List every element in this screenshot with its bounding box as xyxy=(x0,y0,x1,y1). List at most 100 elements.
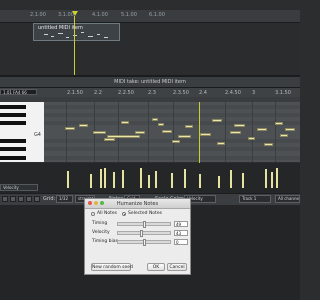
midi-note[interactable] xyxy=(248,137,255,140)
dialog-titlebar[interactable]: Humanize Notes xyxy=(85,199,190,209)
grid-line xyxy=(252,102,253,162)
midi-note[interactable] xyxy=(212,119,222,122)
position-readout: 1.01 FA4 66 xyxy=(0,89,37,95)
midi-ruler-tick: 2.4.50 xyxy=(225,90,241,96)
black-key[interactable] xyxy=(0,139,26,143)
midi-note[interactable] xyxy=(121,121,129,124)
stop-button[interactable] xyxy=(10,196,16,202)
midi-note[interactable] xyxy=(104,138,115,141)
midi-note[interactable] xyxy=(152,118,158,121)
grid-line xyxy=(66,102,67,162)
velocity-bar[interactable] xyxy=(276,168,278,188)
midi-ruler[interactable]: 1.01 FA4 66 2.1.50 2.2 2.2.50 2.3 2.3.50… xyxy=(0,88,300,97)
item-note-preview xyxy=(104,37,108,38)
velocity-bar[interactable] xyxy=(140,168,142,188)
velocity-bar[interactable] xyxy=(271,172,273,188)
velocity-bar[interactable] xyxy=(67,171,69,188)
timing-slider-thumb[interactable] xyxy=(143,221,146,228)
midi-note[interactable] xyxy=(172,140,180,143)
track-select[interactable]: Track 1 xyxy=(239,195,271,203)
velocity-slider-thumb[interactable] xyxy=(140,230,143,237)
item-note-preview xyxy=(44,34,48,35)
velocity-slider[interactable] xyxy=(117,230,171,237)
timing-bias-slider[interactable] xyxy=(117,239,171,246)
midi-note[interactable] xyxy=(285,128,295,131)
midi-note[interactable] xyxy=(200,133,211,136)
midi-note[interactable] xyxy=(93,131,106,134)
grid-row xyxy=(44,113,300,117)
all-notes-radio[interactable] xyxy=(91,212,95,216)
midi-note[interactable] xyxy=(257,128,267,131)
midi-note[interactable] xyxy=(185,125,193,128)
midi-note[interactable] xyxy=(158,123,164,126)
timing-field[interactable]: 49 xyxy=(174,221,188,227)
cc-lane-selector[interactable]: Velocity xyxy=(0,184,38,191)
midi-note[interactable] xyxy=(107,135,140,138)
midi-ruler-tick: 3 xyxy=(252,90,256,96)
timing-label: Timing xyxy=(92,221,108,226)
velocity-bar[interactable] xyxy=(113,172,115,188)
midi-editor-titlebar[interactable]: MIDI take: untitled MIDI item xyxy=(0,77,300,88)
midi-ruler-tick: 3.1.50 xyxy=(275,90,291,96)
piano-roll-grid[interactable] xyxy=(44,102,300,162)
midi-note[interactable] xyxy=(230,131,241,134)
record-button[interactable] xyxy=(34,196,40,202)
velocity-bar[interactable] xyxy=(199,174,201,188)
black-key[interactable] xyxy=(0,147,26,151)
new-random-seed-button[interactable]: New random seed xyxy=(91,263,133,271)
midi-ruler-tick: 2.4 xyxy=(199,90,207,96)
item-note-preview xyxy=(81,32,84,33)
velocity-bar[interactable] xyxy=(242,173,244,188)
midi-note[interactable] xyxy=(275,122,283,125)
black-key[interactable] xyxy=(0,105,26,109)
midi-note[interactable] xyxy=(135,131,145,134)
piano-keyboard[interactable]: G4 xyxy=(0,102,45,162)
velocity-bar[interactable] xyxy=(148,175,150,188)
velocity-bar[interactable] xyxy=(155,171,157,188)
rewind-button[interactable] xyxy=(2,196,8,202)
arrange-playhead xyxy=(74,16,75,76)
item-note-preview xyxy=(88,36,93,37)
midi-ruler-tick: 2.3.50 xyxy=(173,90,189,96)
midi-note[interactable] xyxy=(217,142,225,145)
velocity-label: Velocity xyxy=(92,230,110,235)
velocity-bar[interactable] xyxy=(100,169,102,188)
black-key[interactable] xyxy=(0,156,26,160)
midi-note[interactable] xyxy=(280,134,288,137)
pause-button[interactable] xyxy=(26,196,32,202)
play-button[interactable] xyxy=(18,196,24,202)
velocity-bar[interactable] xyxy=(171,173,173,188)
velocity-bar[interactable] xyxy=(265,169,267,188)
grid-label: Grid: xyxy=(43,196,56,202)
midi-note[interactable] xyxy=(234,124,245,127)
black-key[interactable] xyxy=(0,113,26,117)
velocity-bar[interactable] xyxy=(230,170,232,188)
velocity-bar[interactable] xyxy=(104,168,106,188)
arrange-ruler-tick: 6.1.00 xyxy=(149,12,165,18)
midi-item[interactable]: untitled MIDI item xyxy=(33,23,120,41)
cancel-button[interactable]: Cancel xyxy=(167,263,187,271)
grid-row xyxy=(44,147,300,151)
timing-slider[interactable] xyxy=(117,221,171,228)
playhead-flag-icon[interactable] xyxy=(72,11,78,16)
grid-select[interactable]: 1/32 xyxy=(56,195,73,203)
midi-note[interactable] xyxy=(162,130,172,133)
velocity-field[interactable]: 43 xyxy=(174,230,188,236)
midi-note[interactable] xyxy=(264,143,273,146)
midi-note[interactable] xyxy=(178,135,191,138)
selected-notes-radio[interactable] xyxy=(122,212,126,216)
arrange-ruler[interactable]: 2.1.00 3.1.00 4.1.00 5.1.00 6.1.00 xyxy=(0,10,300,23)
channel-select[interactable]: All channels xyxy=(275,195,300,203)
midi-note[interactable] xyxy=(79,124,88,127)
midi-note[interactable] xyxy=(65,127,75,130)
black-key[interactable] xyxy=(0,121,26,125)
velocity-bar[interactable] xyxy=(184,169,186,188)
velocity-bar[interactable] xyxy=(218,176,220,188)
grid-line xyxy=(173,102,174,162)
velocity-lane[interactable]: Velocity xyxy=(0,163,300,193)
velocity-bar[interactable] xyxy=(90,174,92,188)
velocity-bar[interactable] xyxy=(122,170,124,188)
ok-button[interactable]: OK xyxy=(147,263,165,271)
timing-bias-slider-thumb[interactable] xyxy=(143,239,146,246)
timing-bias-field[interactable]: 0 xyxy=(174,239,188,245)
